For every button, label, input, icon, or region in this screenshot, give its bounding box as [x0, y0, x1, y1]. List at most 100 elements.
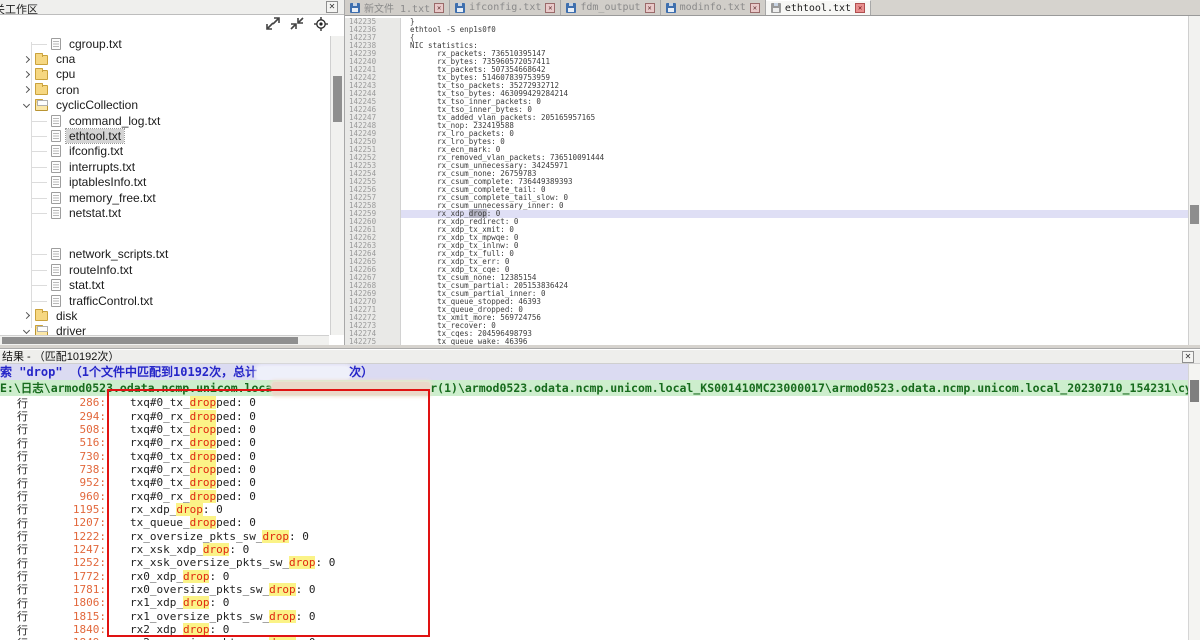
result-row[interactable]: 行952:txq#0_tx_dropped: 0	[0, 476, 1188, 489]
result-line-number: 1195:	[32, 503, 106, 516]
tab-close-icon[interactable]: ✕	[545, 3, 555, 13]
result-row[interactable]: 行1252:rx_xsk_oversize_pkts_sw_drop: 0	[0, 556, 1188, 569]
result-row[interactable]: 行1806:rx1_xdp_drop: 0	[0, 596, 1188, 609]
result-line-text: rxq#0_rx_dropped: 0	[130, 410, 256, 423]
tree-item[interactable]: cpu	[0, 67, 329, 82]
collapse-arrows-icon[interactable]	[290, 17, 304, 33]
tab-label: ifconfig.txt	[469, 2, 541, 13]
tab-ethtool-txt[interactable]: ethtool.txt ✕	[766, 0, 871, 15]
result-line-text: rx0_oversize_pkts_sw_drop: 0	[130, 583, 315, 596]
tree-horizontal-scrollbar[interactable]	[0, 335, 329, 345]
tab-fdm-output[interactable]: fdm_output✕	[561, 0, 660, 15]
file-icon	[51, 279, 61, 291]
match-highlight: drop	[183, 570, 210, 583]
result-row[interactable]: 行508:txq#0_tx_dropped: 0	[0, 423, 1188, 436]
tree-item[interactable]: iptablesInfo.txt	[0, 175, 329, 190]
chevron-right-icon[interactable]	[23, 312, 30, 319]
match-highlight: drop	[269, 610, 296, 623]
editor-vertical-scrollbar[interactable]	[1188, 16, 1200, 345]
tree-vscroll-thumb[interactable]	[333, 76, 342, 122]
chevron-right-icon[interactable]	[23, 56, 30, 63]
result-row[interactable]: 行516:rxq#0_rx_dropped: 0	[0, 436, 1188, 449]
results-vertical-scrollbar[interactable]	[1188, 364, 1200, 640]
tab--1-txt[interactable]: 新文件 1.txt ✕	[345, 0, 450, 15]
chevron-right-icon[interactable]	[23, 86, 30, 93]
tab-close-icon[interactable]: ✕	[645, 3, 655, 13]
tree-item[interactable]: disk	[0, 308, 329, 323]
result-row[interactable]: 行738:rxq#0_rx_dropped: 0	[0, 463, 1188, 476]
chevron-down-icon[interactable]	[23, 327, 30, 334]
tree-item[interactable]: cna	[0, 51, 329, 66]
result-row[interactable]: 行1849:rx2_oversize_pkts_sw_drop: 0	[0, 636, 1188, 640]
tab-close-icon[interactable]: ✕	[855, 3, 865, 13]
result-line-number: 1222:	[32, 530, 106, 543]
result-row[interactable]: 行1815:rx1_oversize_pkts_sw_drop: 0	[0, 610, 1188, 623]
file-icon	[51, 248, 61, 260]
file-icon	[51, 38, 61, 50]
result-line-number: 1849:	[32, 636, 106, 640]
save-icon	[350, 3, 360, 13]
tree-item[interactable]: netstat.txt	[0, 205, 329, 220]
tab-close-icon[interactable]: ✕	[750, 3, 760, 13]
tree-item[interactable]: cron	[0, 82, 329, 97]
results-header: 结果 - （匹配10192次） ✕	[0, 350, 1200, 364]
result-row[interactable]: 行1195:rx_xdp_drop: 0	[0, 503, 1188, 516]
tree-item[interactable]: ifconfig.txt	[0, 144, 329, 159]
chevron-down-icon[interactable]	[23, 101, 30, 108]
result-row[interactable]: 行960:rxq#0_rx_dropped: 0	[0, 489, 1188, 502]
workspace-panel: 关工作区 ✕ cgroup.txtcnacpucroncyclicCollect…	[0, 0, 345, 345]
result-line-number: 1806:	[32, 596, 106, 609]
search-summary-line[interactable]: 索 "drop" （1个文件中匹配到10192次，总计次）	[0, 364, 1188, 380]
result-row[interactable]: 行1781:rx0_oversize_pkts_sw_drop: 0	[0, 583, 1188, 596]
tree-item[interactable]: routeInfo.txt	[0, 262, 329, 277]
tab-modinfo-txt[interactable]: modinfo.txt✕	[661, 0, 766, 15]
tree-vertical-scrollbar[interactable]	[330, 36, 344, 335]
results-close-icon[interactable]: ✕	[1182, 351, 1194, 363]
tab-label: 新文件 1.txt	[364, 0, 430, 15]
tree-item[interactable]: network_scripts.txt	[0, 247, 329, 262]
match-highlight: drop	[190, 436, 217, 449]
tree-item[interactable]: memory_free.txt	[0, 190, 329, 205]
tree-item[interactable]: cyclicCollection	[0, 98, 329, 113]
tree-item-label: memory_free.txt	[66, 191, 159, 205]
result-file-path[interactable]: E:\日志\armod0523.odata.ncmp.unicom.locar(…	[0, 380, 1188, 396]
editor-pane[interactable]: 142235}142236ethtool -S enp1s0f0142237{1…	[345, 16, 1188, 345]
tree-item[interactable]: cgroup.txt	[0, 36, 329, 51]
result-row[interactable]: 行1207:tx_queue_dropped: 0	[0, 516, 1188, 529]
tree-item[interactable]: driver	[0, 324, 329, 335]
folder-icon	[35, 327, 48, 335]
tree-item[interactable]: command_log.txt	[0, 113, 329, 128]
tree-hscroll-thumb[interactable]	[2, 337, 298, 344]
path-pre: E:\日志\armod0523.odata.ncmp.unicom.loca	[0, 381, 272, 395]
result-row[interactable]: 行1840:rx2_xdp_drop: 0	[0, 623, 1188, 636]
result-row[interactable]: 行1222:rx_oversize_pkts_sw_drop: 0	[0, 529, 1188, 542]
tree-item-label: netstat.txt	[66, 206, 124, 220]
locate-target-icon[interactable]	[314, 17, 328, 33]
tree-item[interactable]: interrupts.txt	[0, 159, 329, 174]
result-row[interactable]: 行286:txq#0_tx_dropped: 0	[0, 396, 1188, 409]
tab-label: ethtool.txt	[785, 3, 851, 14]
tree-item-label: routeInfo.txt	[66, 263, 135, 277]
result-row[interactable]: 行1247:rx_xsk_xdp_drop: 0	[0, 543, 1188, 556]
result-row[interactable]: 行730:txq#0_tx_dropped: 0	[0, 449, 1188, 462]
chevron-right-icon[interactable]	[23, 71, 30, 78]
tree-item[interactable]: ethtool.txt	[0, 128, 329, 143]
tree-item[interactable]: stat.txt	[0, 277, 329, 292]
tab-ifconfig-txt[interactable]: ifconfig.txt ✕	[450, 0, 561, 15]
workspace-toolbar	[266, 17, 328, 33]
editor-line: 142236ethtool -S enp1s0f0	[345, 26, 1188, 34]
match-highlight: drop	[190, 463, 217, 476]
workspace-close-icon[interactable]: ✕	[326, 1, 338, 13]
tree-item-label: cpu	[53, 67, 78, 81]
result-row[interactable]: 行1772:rx0_xdp_drop: 0	[0, 569, 1188, 582]
tree-item-label: stat.txt	[66, 278, 107, 292]
editor-vscroll-thumb[interactable]	[1190, 205, 1199, 224]
expand-arrows-icon[interactable]	[266, 17, 280, 33]
tab-close-icon[interactable]: ✕	[434, 3, 444, 13]
result-line-text: txq#0_tx_dropped: 0	[130, 476, 256, 489]
match-highlight: drop	[190, 476, 217, 489]
result-row[interactable]: 行294:rxq#0_rx_dropped: 0	[0, 409, 1188, 422]
panel-splitter[interactable]	[0, 345, 1200, 349]
results-vscroll-thumb[interactable]	[1190, 380, 1199, 402]
tree-item[interactable]: trafficControl.txt	[0, 293, 329, 308]
